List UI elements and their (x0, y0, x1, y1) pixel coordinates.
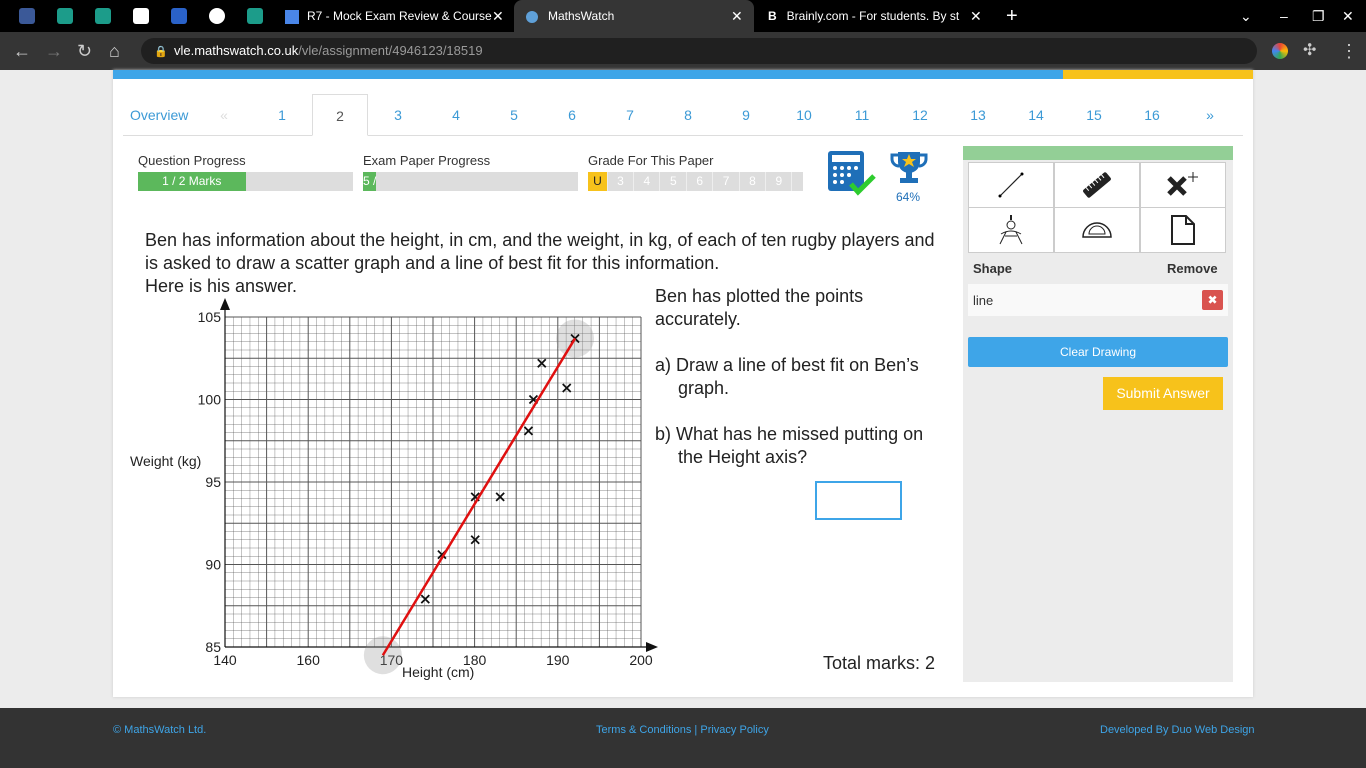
menu-icon[interactable]: ⋮ (1340, 32, 1358, 70)
x-tick-label: 160 (297, 652, 321, 668)
y-axis-arrow-icon (220, 298, 230, 310)
close-window-icon[interactable]: ✕ (1342, 0, 1354, 32)
shape-name: line (973, 293, 994, 308)
terms-link[interactable]: Terms & Conditions (596, 724, 691, 736)
extension-icon[interactable] (1272, 43, 1288, 59)
minimize-icon[interactable]: – (1280, 0, 1288, 32)
tab-search-icon[interactable]: ⌄ (1240, 0, 1252, 32)
compass-icon (999, 215, 1023, 245)
x-axis-label: Height (cm) (402, 664, 474, 680)
compass-tool-button[interactable] (968, 207, 1054, 253)
scatter-graph[interactable]: 140160170180190200859095100105 Weight (k… (0, 0, 960, 700)
restore-icon[interactable]: ❐ (1312, 0, 1325, 32)
data-point (523, 426, 534, 436)
remove-shape-button[interactable]: ✖ (1202, 290, 1223, 310)
clear-drawing-button[interactable]: Clear Drawing (968, 337, 1228, 367)
protractor-icon (1082, 222, 1112, 238)
tab-next[interactable]: » (1182, 94, 1238, 136)
new-tab-icon[interactable]: + (1006, 0, 1018, 32)
cross-plus-icon (1167, 172, 1198, 196)
y-tick-label: 105 (198, 309, 222, 325)
data-point (420, 594, 430, 604)
x-axis-arrow-icon (646, 642, 658, 652)
document-icon (1171, 215, 1195, 245)
tab-question-15[interactable]: 15 (1066, 94, 1122, 136)
y-tick-label: 90 (205, 557, 221, 573)
ruler-tool-button[interactable] (1054, 162, 1140, 208)
shape-row: line ✖ (968, 284, 1228, 316)
add-point-tool-button[interactable] (1140, 162, 1226, 208)
x-tick-label: 190 (546, 652, 570, 668)
footer: © MathsWatch Ltd. Terms & Conditions | P… (0, 708, 1366, 768)
copyright: © MathsWatch Ltd. (113, 724, 207, 736)
tab-question-16[interactable]: 16 (1124, 94, 1180, 136)
y-tick-label: 95 (205, 474, 221, 490)
submit-answer-button[interactable]: Submit Answer (1103, 377, 1223, 410)
close-tab-icon[interactable]: ✕ (970, 0, 982, 32)
y-tick-label: 100 (198, 392, 222, 408)
extensions-puzzle-icon[interactable]: ✣ (1303, 32, 1316, 70)
y-axis-label: Weight (kg) (130, 453, 201, 469)
data-point (562, 383, 572, 393)
data-point (495, 492, 505, 502)
new-page-tool-button[interactable] (1140, 207, 1226, 253)
time-progress-remaining (1063, 70, 1253, 79)
shape-header: Shape (973, 261, 1013, 276)
data-point (537, 358, 547, 368)
y-tick-label: 85 (205, 639, 221, 655)
line-tool-button[interactable] (968, 162, 1054, 208)
x-tick-label: 200 (629, 652, 653, 668)
best-fit-line (381, 337, 577, 656)
tab-question-14[interactable]: 14 (1008, 94, 1064, 136)
developer-credit[interactable]: Developed By Duo Web Design (1100, 724, 1255, 736)
privacy-link[interactable]: Privacy Policy (700, 724, 768, 736)
protractor-tool-button[interactable] (1054, 207, 1140, 253)
remove-header: Remove (1167, 261, 1218, 276)
line-icon (998, 172, 1024, 198)
tools-header-bar (963, 146, 1233, 160)
ruler-icon (1083, 172, 1111, 198)
footer-separator: | (691, 724, 701, 736)
